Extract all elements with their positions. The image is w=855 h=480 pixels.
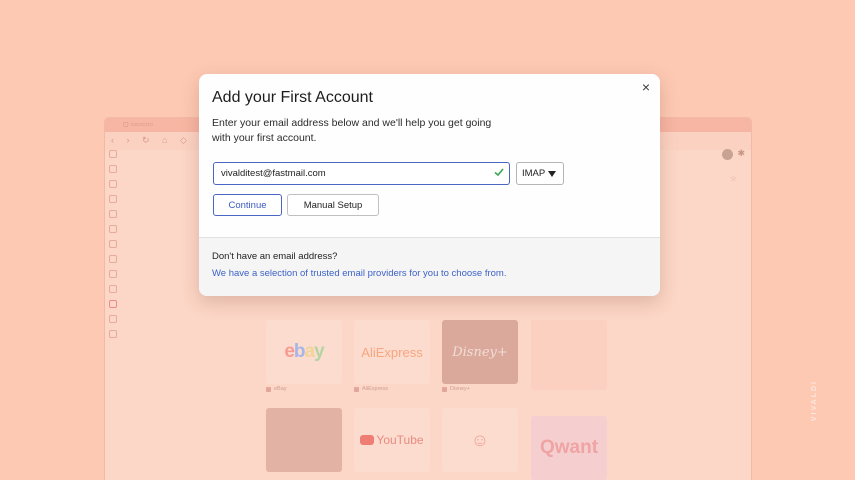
email-providers-link[interactable]: We have a selection of trusted email pro…: [212, 268, 506, 279]
qwant-logo: Qwant: [539, 437, 599, 458]
email-input[interactable]: [221, 168, 491, 179]
footer-question: Don't have an email address?: [212, 251, 338, 262]
background-nav-icons: ‹ › ↻ ⌂ ◇ ⌕: [111, 135, 210, 145]
speed-dial-tile-qwant: Qwant: [531, 416, 607, 480]
dialog-footer: Don't have an email address? We have a s…: [199, 237, 660, 296]
sidebar-settings-icon: [109, 330, 117, 338]
youtube-play-icon: [360, 435, 375, 445]
protocol-select-value: IMAP: [522, 168, 546, 179]
close-icon[interactable]: ×: [640, 80, 652, 94]
protocol-select[interactable]: IMAP: [516, 162, 564, 185]
youtube-wordmark: YouTube: [376, 433, 424, 447]
aliexpress-logo: AliExpress: [361, 344, 423, 360]
vivaldi-watermark: VIVALDI: [811, 380, 818, 422]
speed-dial-tile-aliexpress: AliExpress: [354, 320, 430, 384]
ebay-logo: ebay: [284, 341, 324, 362]
dialog-description: Enter your email address below and we'll…: [212, 117, 492, 144]
people-icon: ☺: [470, 429, 490, 450]
sidebar-calendar-icon: [109, 270, 117, 278]
tile-caption: Disney+: [442, 386, 518, 392]
sidebar-feeds-icon: [109, 285, 117, 293]
check-icon: [494, 168, 504, 177]
tile-caption: AliExpress: [354, 386, 430, 392]
speed-dial-tile-youtube: YouTube: [354, 408, 430, 472]
background-tab-label: ▢ ▭▭▭▭: [123, 122, 154, 128]
tile-caption: eBay: [266, 386, 342, 392]
sidebar-reading-icon: [109, 165, 117, 173]
manual-setup-button[interactable]: Manual Setup: [287, 194, 379, 216]
speed-dial-tile-thumbnail: [266, 408, 342, 472]
sidebar-vivaldi-icon: [109, 300, 117, 308]
sidebar-history-icon: [109, 195, 117, 203]
speed-dial-tile-ebay: ebay: [266, 320, 342, 384]
disney-logo: Disney+: [452, 344, 508, 360]
speed-dial-tile-people: ☺: [442, 408, 518, 472]
background-sidebar: [105, 150, 121, 480]
continue-button[interactable]: Continue: [213, 194, 282, 216]
extensions-icon: ✱: [737, 148, 745, 158]
caret-down-icon: [548, 171, 556, 177]
sidebar-notes-icon: [109, 210, 117, 218]
speed-dial-tile-blank: [531, 320, 607, 390]
avatar: [722, 149, 733, 160]
speed-dial-tile-disney: Disney+: [442, 320, 518, 384]
sidebar-window-icon: [109, 225, 117, 233]
bookmark-star-icon: ☆: [729, 174, 737, 183]
sidebar-mail-icon: [109, 255, 117, 263]
youtube-logo: YouTube: [360, 433, 424, 447]
sidebar-translate-icon: [109, 240, 117, 248]
sidebar-add-icon: [109, 315, 117, 323]
email-field[interactable]: [213, 162, 510, 185]
sidebar-bookmarks-icon: [109, 150, 117, 158]
add-account-dialog: × Add your First Account Enter your emai…: [199, 74, 660, 296]
sidebar-downloads-icon: [109, 180, 117, 188]
dialog-title: Add your First Account: [212, 89, 373, 106]
